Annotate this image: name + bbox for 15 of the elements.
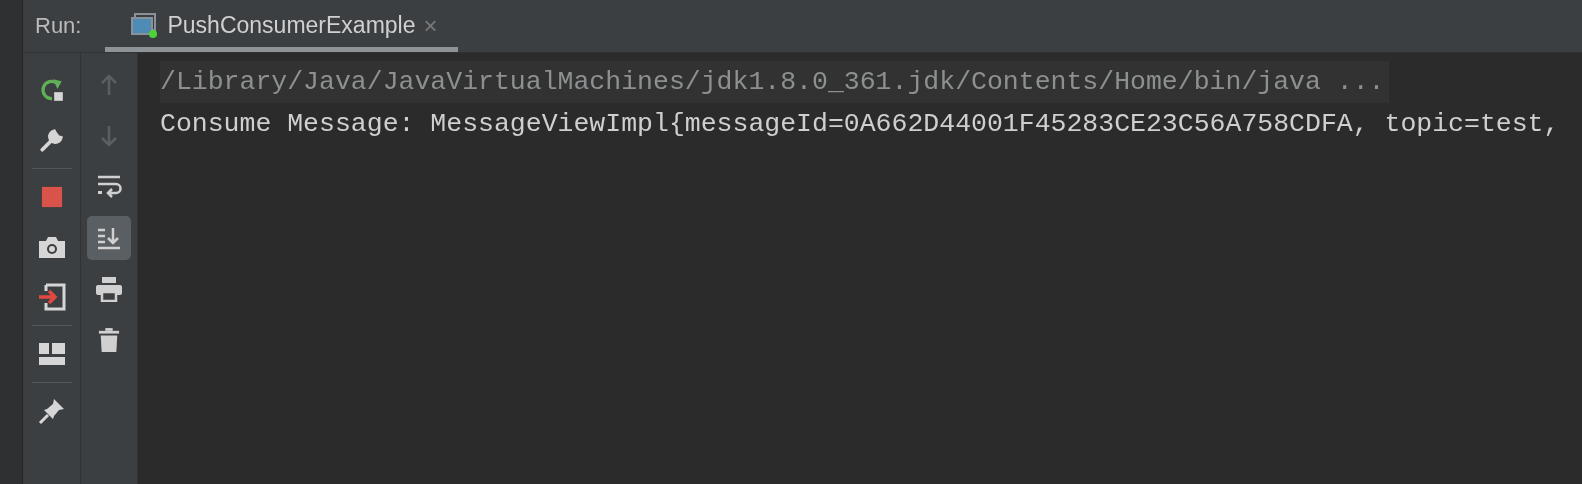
toolbar-button[interactable] — [87, 216, 131, 260]
stop-icon[interactable] — [40, 186, 63, 208]
camera-icon[interactable] — [37, 235, 66, 259]
run-label: Run: — [35, 13, 82, 39]
exit-icon[interactable] — [37, 283, 66, 311]
layout-icon[interactable] — [38, 343, 65, 365]
rerun-icon[interactable] — [38, 77, 65, 103]
wrench-icon[interactable] — [38, 127, 65, 153]
window-icon — [131, 12, 160, 39]
scroll-to-end-icon — [96, 225, 122, 251]
console-line: Consume Message: MessageViewImpl{messageId=0A662D44001F45283CE23C56A758CDFA, topic=test, — [160, 108, 1561, 141]
trash-icon — [98, 327, 120, 353]
soft-wrap-icon — [96, 174, 122, 200]
printer-icon — [95, 276, 123, 302]
pin-icon[interactable] — [37, 397, 66, 425]
